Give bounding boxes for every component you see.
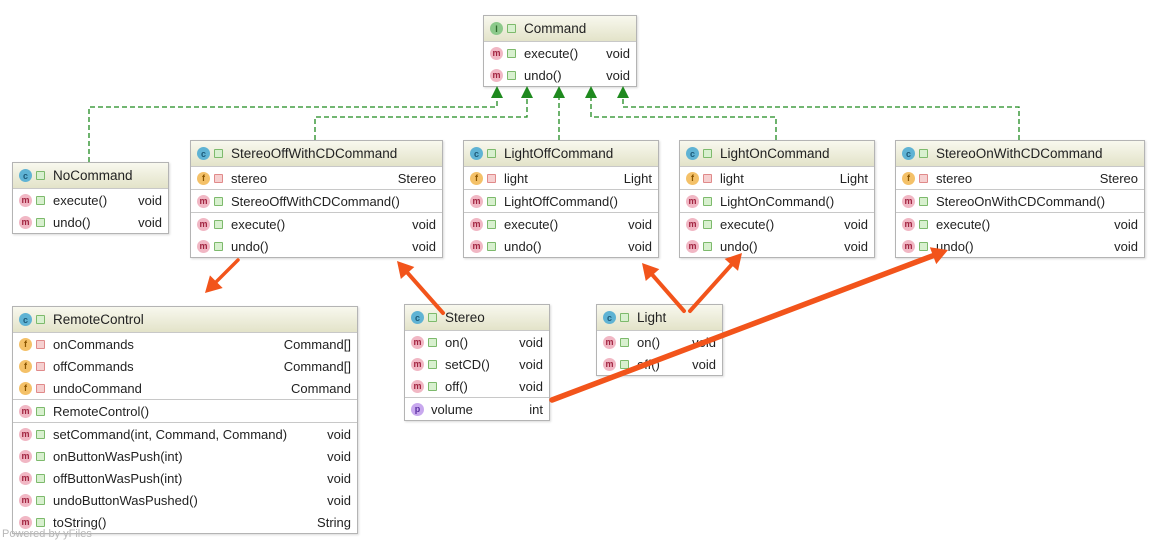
implements-line <box>622 96 1020 140</box>
implements-line <box>88 96 498 162</box>
annotation-arrow <box>405 270 445 315</box>
implements-line <box>314 96 528 140</box>
implements-arrowhead <box>491 86 503 98</box>
connector-layer <box>88 86 1020 403</box>
implements-arrowhead <box>617 86 629 98</box>
implements-arrowhead <box>585 86 597 98</box>
annotation-arrow <box>650 273 686 313</box>
annotation-arrow <box>688 262 734 313</box>
powered-by-label: Powered by yFiles <box>2 528 92 540</box>
implements-arrowhead <box>521 86 533 98</box>
annotation-arrow <box>214 258 240 284</box>
implements-line <box>590 96 777 140</box>
implements-arrowhead <box>553 86 565 98</box>
annotation-arrow <box>549 252 936 403</box>
